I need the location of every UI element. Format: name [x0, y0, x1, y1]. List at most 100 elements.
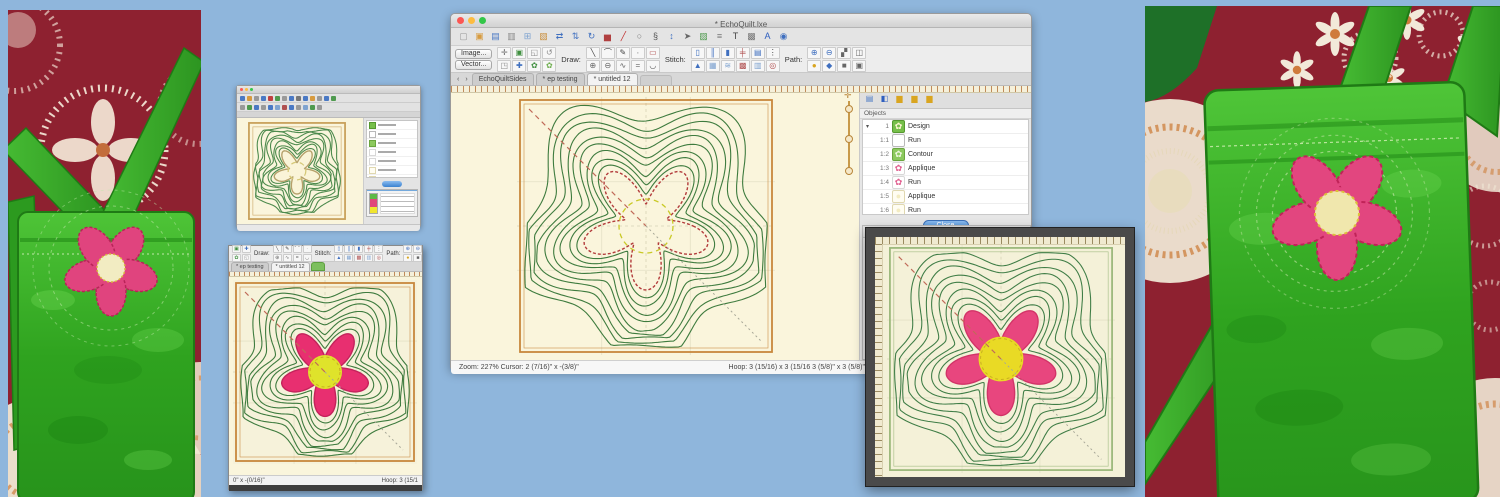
zoom-in-tool-icon[interactable]: ⊕	[586, 60, 600, 72]
tab-forward-arrow[interactable]: ›	[463, 74, 469, 85]
toolbar-icon[interactable]	[247, 96, 252, 101]
close-icon[interactable]	[240, 88, 243, 91]
mini2-design-canvas[interactable]	[229, 277, 422, 475]
minimize-icon[interactable]	[468, 17, 475, 24]
toolbar-icon[interactable]	[268, 105, 273, 110]
toolbar-icon[interactable]	[282, 105, 287, 110]
tab-untitled-12[interactable]: * untitled 12	[271, 262, 310, 271]
toolbar-icon[interactable]: ◎	[374, 254, 383, 262]
paste-icon[interactable]: ▧	[537, 31, 550, 43]
toolbar-icon[interactable]	[310, 96, 315, 101]
toolbar-icon[interactable]: ║	[344, 245, 353, 253]
toolbar-icon[interactable]	[303, 96, 308, 101]
object-row[interactable]	[367, 157, 417, 166]
chart-icon[interactable]: ▅	[601, 31, 614, 43]
wave-tool-icon[interactable]: ∿	[616, 60, 630, 72]
object-row[interactable]: 1:6●Run	[863, 204, 1028, 215]
handle-knob[interactable]	[845, 105, 853, 113]
thread-color-swatch[interactable]	[370, 199, 377, 207]
motif-line-icon[interactable]: ⋮	[766, 47, 780, 59]
close-path-icon[interactable]: ▣	[852, 60, 866, 72]
eraser-tool-icon[interactable]: ▭	[646, 47, 660, 59]
object-row[interactable]	[367, 121, 417, 130]
toolbar-icon[interactable]: ✎	[283, 245, 292, 253]
toolbar-icon[interactable]	[282, 96, 287, 101]
toolbar-icon[interactable]	[240, 105, 245, 110]
paperclip-icon[interactable]: §	[649, 31, 662, 43]
object-row[interactable]	[367, 166, 417, 175]
tab-ep-testing[interactable]: * ep testing	[231, 262, 269, 271]
toolbar-icon[interactable]	[289, 105, 294, 110]
toolbar-icon[interactable]: ▲	[334, 254, 343, 262]
zoom-icon[interactable]	[250, 88, 253, 91]
smooth-node-icon[interactable]: ◆	[822, 60, 836, 72]
toolbar-icon[interactable]	[247, 105, 252, 110]
mini-close-button[interactable]	[382, 181, 402, 187]
corner-node-icon[interactable]: ■	[837, 60, 851, 72]
toolbar-icon[interactable]: ◱	[242, 254, 251, 262]
contour-fill-icon[interactable]: ▥	[751, 60, 765, 72]
toolbar-icon[interactable]	[324, 96, 329, 101]
copy-icon[interactable]: ⊞	[521, 31, 534, 43]
flower-tool-icon[interactable]: ✿	[527, 60, 541, 72]
toolbar-icon[interactable]: ✚	[242, 245, 251, 253]
toolbar-icon[interactable]	[310, 105, 315, 110]
rotate-icon[interactable]: ↻	[585, 31, 598, 43]
thread-color-swatch[interactable]	[370, 207, 377, 213]
toolbar-icon[interactable]: ⊕	[403, 245, 412, 253]
toolbar-icon[interactable]: ⋮	[374, 245, 383, 253]
satin-line-icon[interactable]: ╪	[736, 47, 750, 59]
handle-knob[interactable]	[845, 167, 853, 175]
point-tool-icon[interactable]: ∙	[631, 47, 645, 59]
toolbar-icon[interactable]	[261, 96, 266, 101]
toolbar-icon[interactable]	[254, 96, 259, 101]
toolbar-icon[interactable]: ⌒	[293, 245, 302, 253]
toolbar-icon[interactable]	[254, 105, 259, 110]
toolbar-icon[interactable]: ⊖	[413, 245, 422, 253]
toolbar-icon[interactable]	[331, 96, 336, 101]
object-row[interactable]	[367, 130, 417, 139]
handle-knob[interactable]	[845, 135, 853, 143]
object-row[interactable]	[367, 175, 417, 178]
curve-tool-icon[interactable]: ⌒	[601, 47, 615, 59]
object-row[interactable]	[367, 148, 417, 157]
open-file-icon[interactable]: ▣	[473, 31, 486, 43]
lock-node-icon[interactable]: ●	[807, 60, 821, 72]
save-icon[interactable]: ▤	[489, 31, 502, 43]
text-tool-icon[interactable]: T	[729, 31, 742, 43]
satin-area-icon[interactable]: ▤	[751, 47, 765, 59]
straighten-tool-icon[interactable]: =	[631, 60, 645, 72]
applique-stitch-icon[interactable]: ▲	[691, 60, 705, 72]
image-button[interactable]: Image...	[455, 49, 492, 59]
measure-icon[interactable]: ≡	[713, 31, 726, 43]
zoom-out-tool-icon[interactable]: ⊖	[601, 60, 615, 72]
grid-icon[interactable]: ▩	[745, 31, 758, 43]
vector-button[interactable]: Vector...	[455, 60, 492, 70]
toolbar-icon[interactable]	[317, 105, 322, 110]
toolbar-icon[interactable]: ■	[413, 254, 422, 262]
toolbar-icon[interactable]: ∿	[283, 254, 292, 262]
toolbar-icon[interactable]	[296, 96, 301, 101]
toolbar-icon[interactable]: ▮	[354, 245, 363, 253]
lock-icon[interactable]: ▆	[894, 94, 905, 104]
toolbar-icon[interactable]: ◡	[303, 254, 312, 262]
echo-fill-icon[interactable]: ◎	[766, 60, 780, 72]
letter-a-icon[interactable]: A	[761, 31, 774, 43]
minimize-icon[interactable]	[245, 88, 248, 91]
picture-icon[interactable]: ▨	[697, 31, 710, 43]
close-icon[interactable]	[457, 17, 464, 24]
tab-back-arrow[interactable]: ‹	[455, 74, 461, 85]
toolbar-icon[interactable]: ⊕	[273, 254, 282, 262]
align-icon[interactable]: ↕	[665, 31, 678, 43]
toolbar-icon[interactable]: ╲	[273, 245, 282, 253]
selection-handle-bar[interactable]: ✛	[843, 93, 855, 179]
leaf-tool-icon[interactable]: ✿	[542, 60, 556, 72]
title-bar[interactable]: * EchoQuilt.lxe	[451, 14, 1031, 28]
fill-area-icon[interactable]: ▦	[706, 60, 720, 72]
design-canvas[interactable]: ✛	[451, 93, 860, 360]
globe-icon[interactable]: ◉	[777, 31, 790, 43]
object-row[interactable]: 1:2✿Contour	[863, 148, 1028, 162]
break-path-icon[interactable]: ▞	[837, 47, 851, 59]
smooth-tool-icon[interactable]: ◡	[646, 60, 660, 72]
object-row[interactable]: ▾1✿Design	[863, 120, 1028, 134]
